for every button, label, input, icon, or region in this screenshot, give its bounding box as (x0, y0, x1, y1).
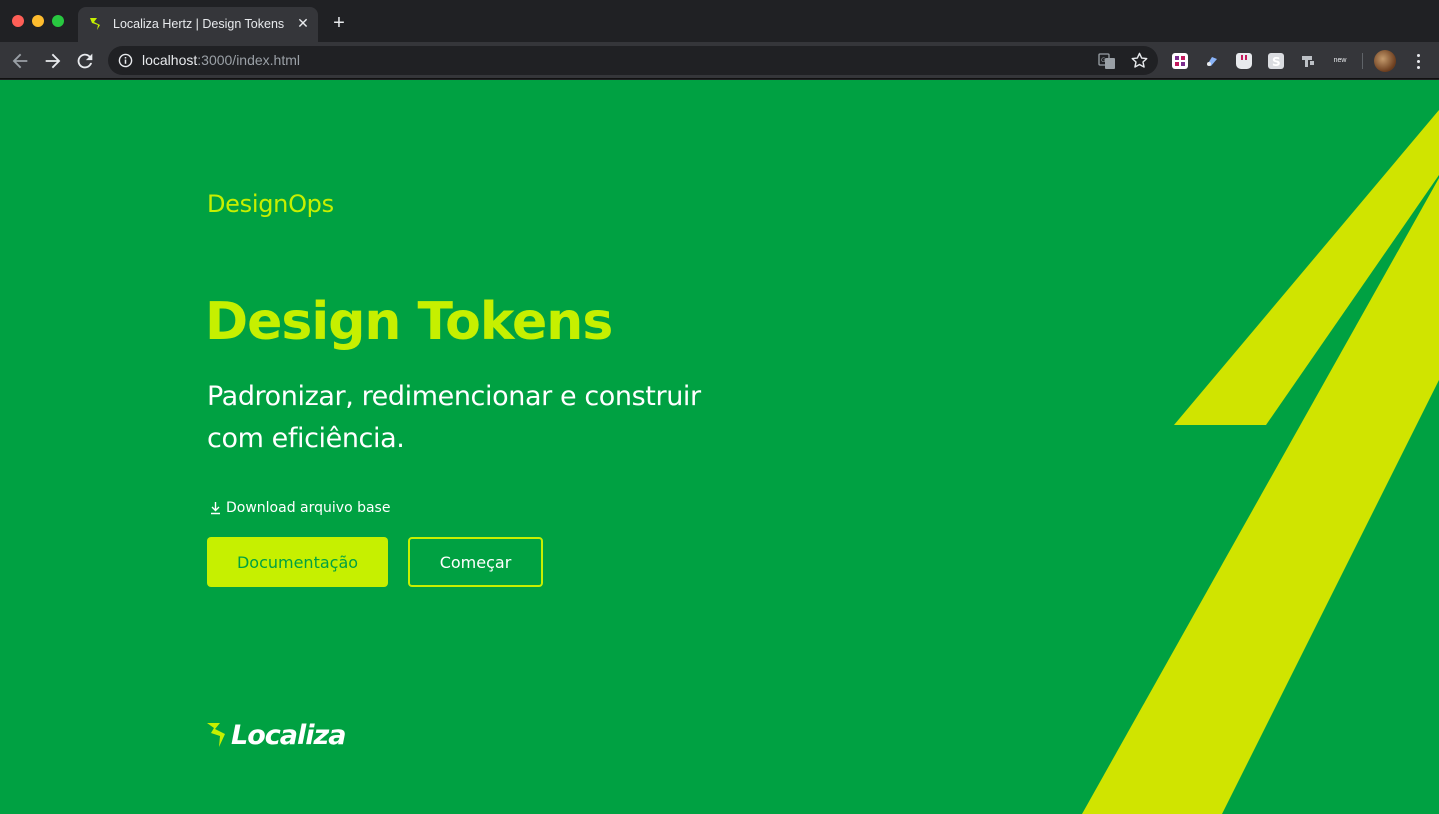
profile-avatar[interactable] (1374, 50, 1396, 72)
extension-6-icon[interactable]: new (1332, 53, 1348, 69)
extension-5-icon[interactable] (1300, 53, 1316, 69)
reload-icon[interactable] (74, 50, 96, 72)
hero-section: DesignOps Design Tokens Padronizar, redi… (0, 80, 1439, 814)
localiza-mark-icon (207, 723, 225, 747)
extension-1-icon[interactable] (1172, 53, 1188, 69)
start-button[interactable]: Começar (408, 537, 543, 587)
menu-icon[interactable] (1410, 51, 1426, 71)
info-icon[interactable] (118, 53, 133, 68)
download-link[interactable]: Download arquivo base (209, 500, 390, 516)
documentation-button[interactable]: Documentação (207, 537, 388, 587)
close-window-button[interactable] (12, 15, 24, 27)
address-url: localhost:3000/index.html (142, 52, 300, 68)
translate-icon[interactable]: G (1098, 52, 1116, 70)
extension-3-icon[interactable] (1236, 53, 1252, 69)
stripe-lower (1082, 178, 1439, 814)
eyebrow-label: DesignOps (207, 190, 334, 218)
svg-text:G: G (1101, 57, 1106, 64)
minimize-window-button[interactable] (32, 15, 44, 27)
browser-toolbar: localhost:3000/index.html G S new (0, 42, 1439, 79)
download-icon (211, 502, 220, 515)
localiza-logo: Localiza (206, 719, 346, 751)
new-tab-button[interactable]: + (329, 13, 349, 33)
page-subtitle: Padronizar, redimencionar e construir co… (207, 381, 701, 454)
page-title: Design Tokens (205, 292, 613, 352)
star-icon[interactable] (1130, 51, 1149, 70)
address-host: localhost (142, 52, 198, 68)
tab-title: Localiza Hertz | Design Tokens (113, 17, 285, 31)
localiza-mark-icon (90, 18, 100, 30)
extension-2-icon[interactable] (1204, 53, 1220, 69)
forward-icon[interactable] (42, 50, 64, 72)
tab-close-icon[interactable]: ✕ (294, 14, 312, 32)
browser-titlebar: Localiza Hertz | Design Tokens ✕ + (0, 0, 1439, 42)
extension-4-icon[interactable]: S (1268, 53, 1284, 69)
zoom-window-button[interactable] (52, 15, 64, 27)
address-path: :3000/index.html (197, 52, 300, 68)
back-icon[interactable] (9, 50, 31, 72)
logo-text: Localiza (231, 719, 346, 751)
download-label: Download arquivo base (226, 500, 391, 516)
toolbar-divider (1362, 53, 1363, 69)
browser-tab[interactable]: Localiza Hertz | Design Tokens ✕ (78, 7, 318, 42)
address-bar[interactable]: localhost:3000/index.html G (108, 46, 1158, 75)
svg-text:S: S (1272, 55, 1281, 69)
